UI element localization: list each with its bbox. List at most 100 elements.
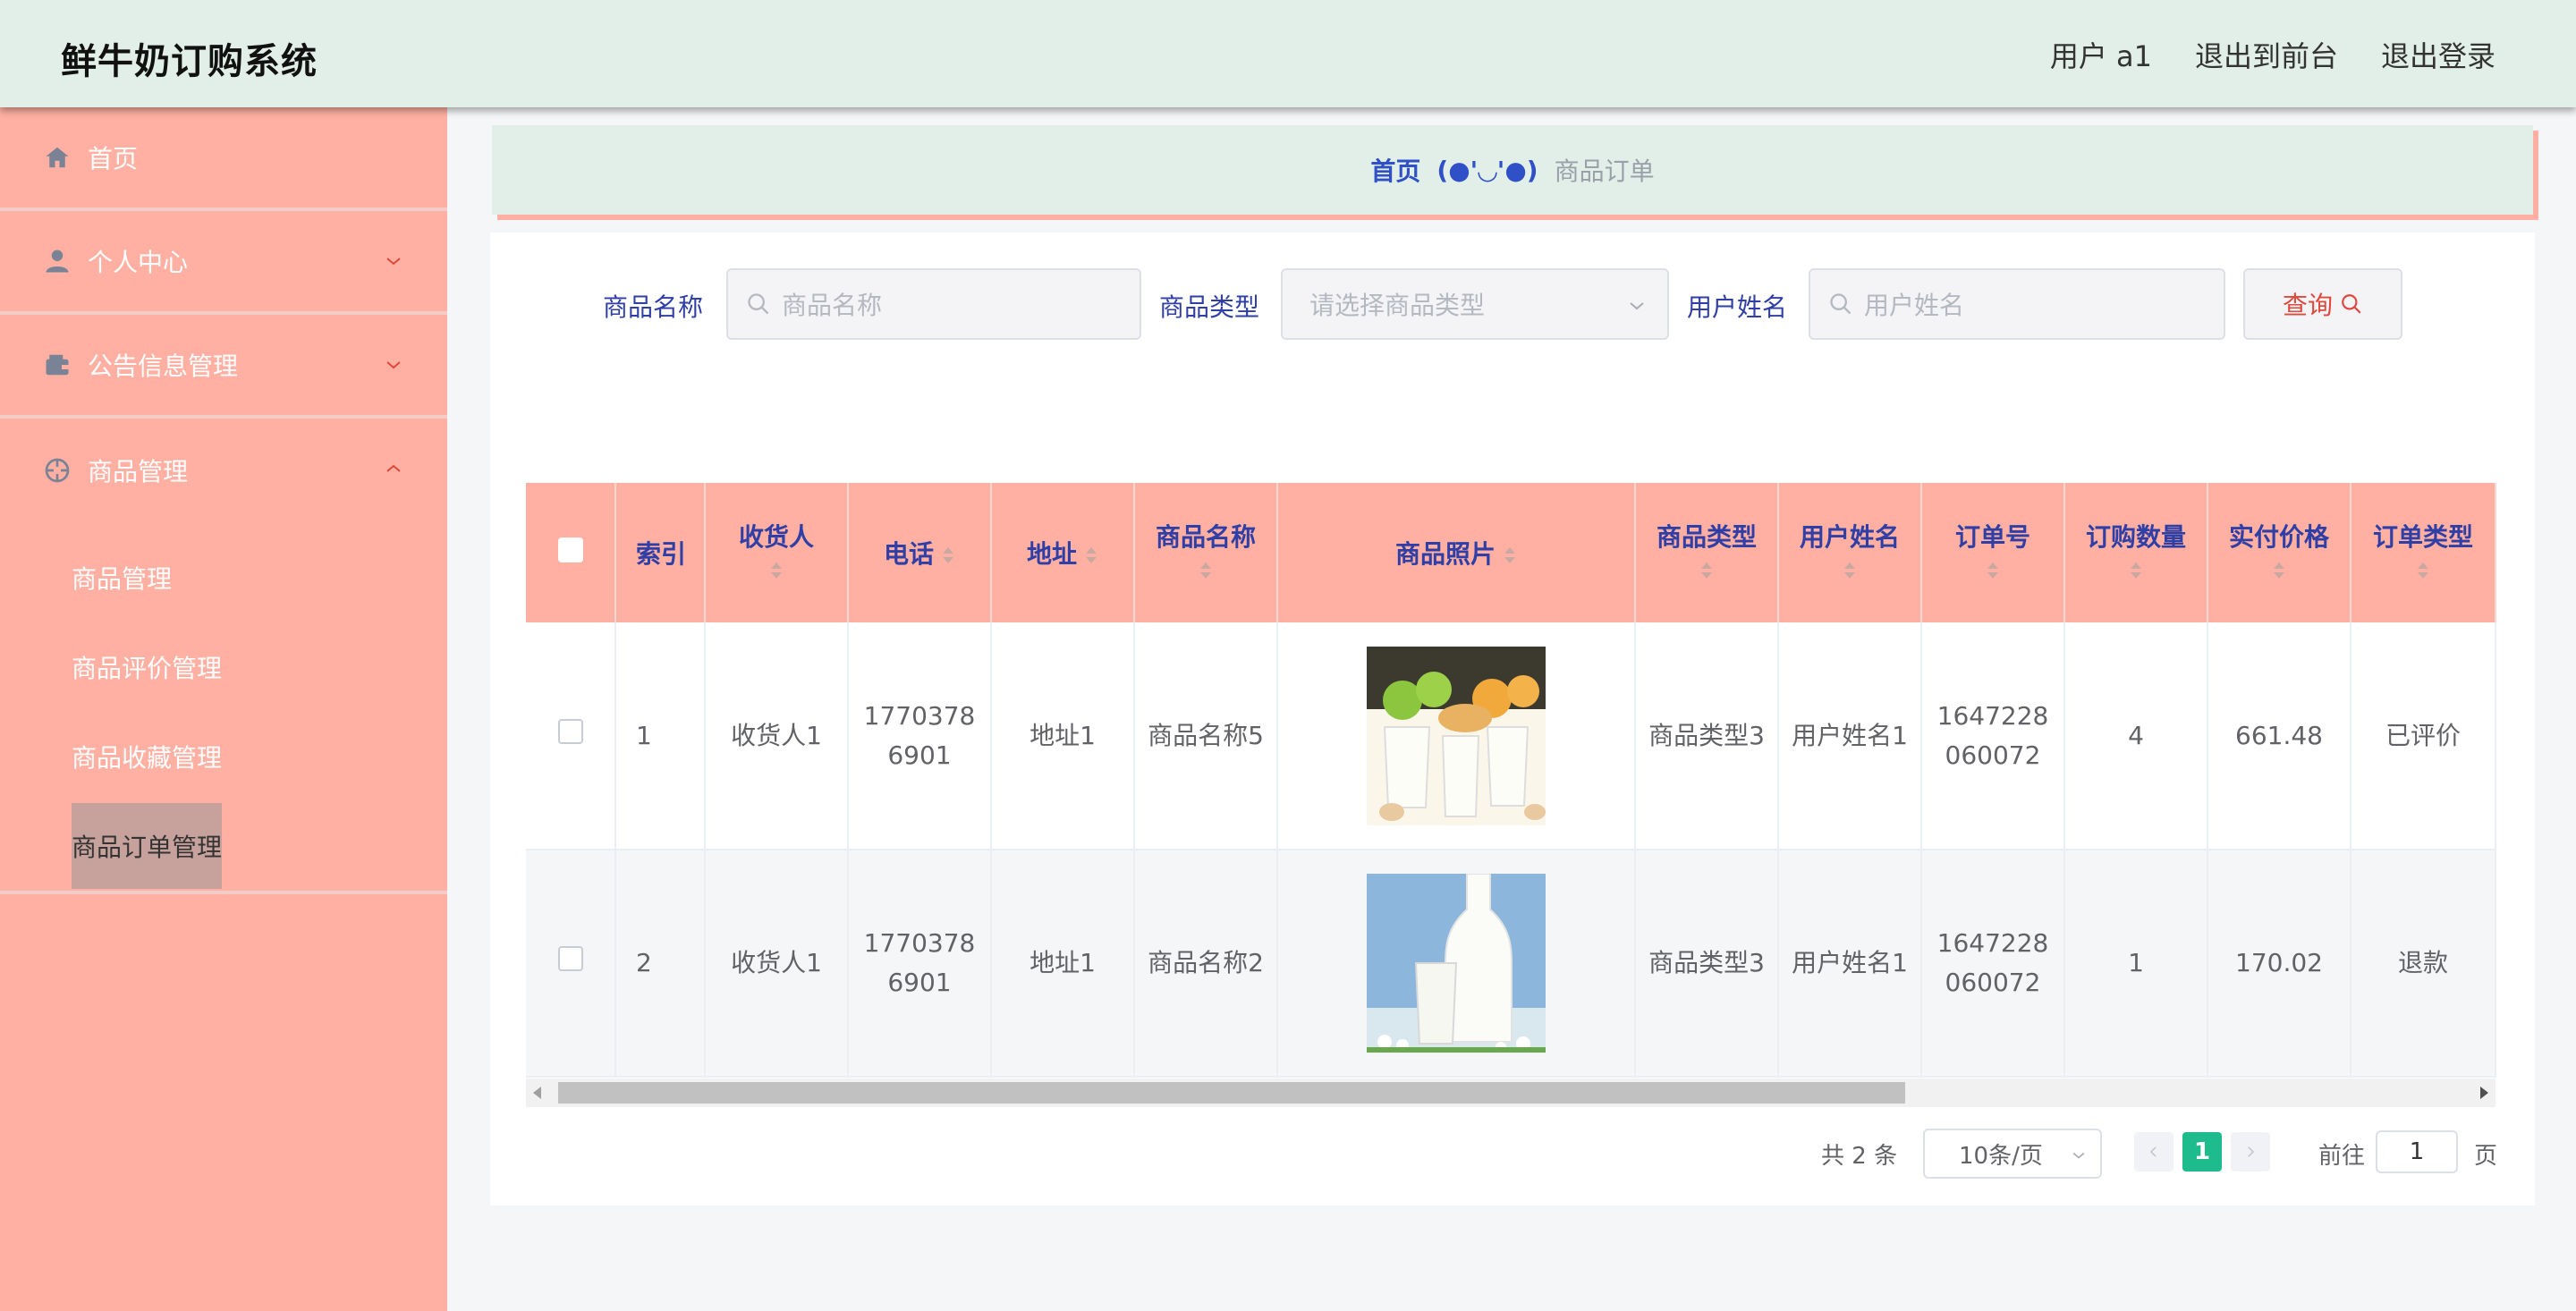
column-header-product-name[interactable]: 商品名称 <box>1134 483 1278 622</box>
product-name-input[interactable]: 商品名称 <box>726 268 1141 340</box>
row-checkbox[interactable] <box>557 718 583 744</box>
row-checkbox[interactable] <box>557 946 583 971</box>
column-header-label: 索引 <box>636 539 687 569</box>
sidebar-subitem-product-favorites[interactable]: 商品收藏管理 <box>0 712 447 801</box>
query-button-label: 查询 <box>2282 291 2333 320</box>
table-horizontal-scrollbar[interactable] <box>526 1078 2496 1107</box>
row-select-cell[interactable] <box>526 622 616 850</box>
sort-icon[interactable] <box>2129 561 2143 580</box>
cell-product-photo <box>1277 850 1636 1078</box>
column-header-price[interactable]: 实付价格 <box>2207 483 2351 622</box>
column-header-user-name[interactable]: 用户姓名 <box>1778 483 1922 622</box>
cell-product-name: 商品名称5 <box>1134 622 1278 850</box>
sort-icon[interactable] <box>1199 561 1213 580</box>
column-header-receiver[interactable]: 收货人 <box>705 483 849 622</box>
sidebar-subitem-product-orders[interactable]: 商品订单管理 <box>0 801 447 891</box>
cell-order-type: 退款 <box>2351 850 2496 1078</box>
cell-quantity: 1 <box>2064 850 2208 1078</box>
cell-product-photo <box>1277 622 1636 850</box>
chevron-down-icon <box>2072 1152 2085 1159</box>
column-header-order-type[interactable]: 订单类型 <box>2351 483 2496 622</box>
cell-index: 2 <box>615 850 706 1078</box>
chevron-left-icon <box>2149 1146 2157 1157</box>
column-header-label: 地址 <box>1026 539 1077 569</box>
sort-icon[interactable] <box>2416 561 2430 580</box>
product-photo-milk-glasses[interactable] <box>1367 646 1546 825</box>
user-label[interactable]: 用户 a1 <box>2050 34 2152 75</box>
product-type-label: 商品类型 <box>1159 292 1260 322</box>
product-name-placeholder: 商品名称 <box>782 291 883 320</box>
column-header-quantity[interactable]: 订购数量 <box>2064 483 2208 622</box>
column-header-label: 订单类型 <box>2372 522 2473 552</box>
sort-icon[interactable] <box>1986 561 2000 580</box>
cell-order-no: 1647228060072 <box>1921 850 2065 1078</box>
sidebar-item-notice-management[interactable]: 公告信息管理 <box>0 315 447 419</box>
sort-icon[interactable] <box>1699 561 1714 580</box>
cell-price: 661.48 <box>2207 622 2351 850</box>
user-name-input[interactable]: 用户姓名 <box>1809 268 2225 340</box>
sort-icon[interactable] <box>2272 561 2286 580</box>
product-name-label: 商品名称 <box>603 292 704 322</box>
chevron-down-icon <box>386 361 401 369</box>
goto-page-input[interactable]: 1 <box>2376 1130 2458 1173</box>
product-submenu: 商品管理 商品评价管理 商品收藏管理 商品订单管理 <box>0 522 447 894</box>
sidebar: 首页 个人中心 公告信息管理 商品管理 商品管理 商品评价管理 商品收藏管理 商… <box>0 107 447 1311</box>
goto-suffix: 页 <box>2474 1143 2498 1170</box>
row-select-cell[interactable] <box>526 850 616 1078</box>
sort-icon[interactable] <box>769 561 784 580</box>
page-number-button[interactable]: 1 <box>2182 1132 2222 1171</box>
search-icon <box>2342 294 2361 314</box>
select-all-checkbox[interactable] <box>557 537 583 562</box>
sort-icon[interactable] <box>1503 546 1517 565</box>
column-header-product-photo[interactable]: 商品照片 <box>1277 483 1636 622</box>
sort-icon[interactable] <box>1084 546 1098 565</box>
scrollbar-thumb[interactable] <box>558 1082 1905 1104</box>
search-icon <box>748 293 769 315</box>
next-page-button[interactable] <box>2231 1132 2270 1171</box>
user-icon <box>43 247 72 275</box>
scroll-left-icon[interactable] <box>533 1087 541 1099</box>
sidebar-item-personal-center[interactable]: 个人中心 <box>0 211 447 315</box>
cell-receiver: 收货人1 <box>705 622 849 850</box>
sort-icon[interactable] <box>1843 561 1857 580</box>
column-header-phone[interactable]: 电话 <box>848 483 992 622</box>
table-row[interactable]: 2 收货人1 17703786901 地址1 商品名称2 商品类型3 用户姓名1… <box>526 850 2496 1078</box>
sidebar-subitem-label: 商品订单管理 <box>72 803 223 889</box>
sidebar-item-label: 首页 <box>88 144 139 173</box>
select-all-header[interactable] <box>526 483 616 622</box>
breadcrumb-home[interactable]: 首页 <box>1370 152 1420 188</box>
user-name-placeholder: 用户姓名 <box>1864 291 1965 320</box>
product-photo-milk-bottle[interactable] <box>1367 874 1546 1053</box>
sidebar-item-home[interactable]: 首页 <box>0 107 447 211</box>
column-header-label: 实付价格 <box>2228 522 2329 552</box>
sidebar-item-product-management[interactable]: 商品管理 <box>0 419 447 522</box>
sidebar-subitem-product-review[interactable]: 商品评价管理 <box>0 622 447 712</box>
column-header-address[interactable]: 地址 <box>991 483 1135 622</box>
scroll-right-icon[interactable] <box>2480 1087 2488 1099</box>
column-header-label: 用户姓名 <box>1799 522 1900 552</box>
prev-page-button[interactable] <box>2134 1132 2174 1171</box>
top-links: 用户 a1 退出到前台 退出登录 <box>2050 34 2496 75</box>
query-button[interactable]: 查询 <box>2243 268 2402 340</box>
cell-index: 1 <box>615 622 706 850</box>
cell-product-type: 商品类型3 <box>1635 850 1779 1078</box>
column-header-label: 商品照片 <box>1394 539 1496 569</box>
breadcrumb-separator: (●'◡'●) <box>1436 155 1538 185</box>
cell-order-type: 已评价 <box>2351 622 2496 850</box>
column-header-product-type[interactable]: 商品类型 <box>1635 483 1779 622</box>
search-icon <box>1830 293 1852 315</box>
main-panel: 商品名称 商品名称 商品类型 请选择商品类型 用户姓名 用户姓名 查询 索引 收… <box>490 233 2535 1205</box>
table-row[interactable]: 1 收货人1 17703786901 地址1 商品名称5 商品类型3 用户姓名1… <box>526 622 2496 850</box>
wallet-icon <box>43 351 72 379</box>
page-size-select[interactable]: 10条/页 <box>1923 1129 2102 1179</box>
logout-link[interactable]: 退出登录 <box>2381 34 2496 75</box>
sidebar-subitem-label: 商品收藏管理 <box>72 743 223 773</box>
sidebar-subitem-product-management[interactable]: 商品管理 <box>0 533 447 622</box>
table-header-row: 索引 收货人 电话 地址 商品名称 商品照片 商品类型 用户姓名 订单号 订购数… <box>526 483 2496 622</box>
column-header-label: 收货人 <box>738 522 814 552</box>
back-to-front-link[interactable]: 退出到前台 <box>2195 34 2338 75</box>
sort-icon[interactable] <box>941 546 955 565</box>
product-type-select[interactable]: 请选择商品类型 <box>1281 268 1669 340</box>
orders-table: 索引 收货人 电话 地址 商品名称 商品照片 商品类型 用户姓名 订单号 订购数… <box>526 483 2496 1078</box>
column-header-order-no[interactable]: 订单号 <box>1921 483 2065 622</box>
